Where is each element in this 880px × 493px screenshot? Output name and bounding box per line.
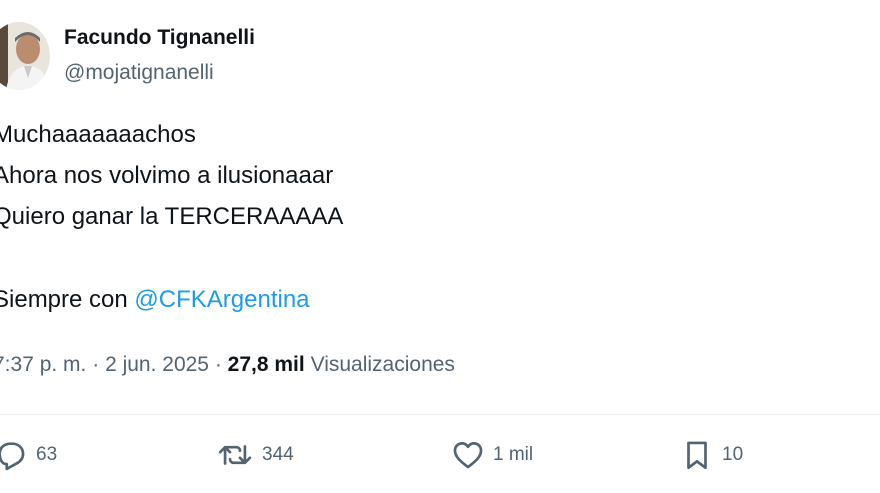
tweet-text-line: Muchaaaaaaachos — [0, 121, 196, 148]
bookmark-icon — [687, 441, 707, 470]
tweet-time[interactable]: 7:37 p. m. — [0, 353, 86, 376]
tweet-meta: 7:37 p. m. · 2 jun. 2025 · 27,8 mil Visu… — [0, 353, 455, 377]
retweet-icon — [218, 445, 252, 465]
meta-separator: · — [86, 353, 106, 376]
meta-separator: · — [209, 353, 228, 376]
tweet-text-line: Ahora nos volvimo a ilusionaaar — [0, 162, 334, 189]
tweet-text-line: Siempre con @CFKArgentina — [0, 285, 310, 315]
tweet-text-prefix: Siempre con — [0, 286, 135, 313]
reply-button[interactable]: 63 — [0, 437, 57, 473]
author-handle[interactable]: @mojatignanelli — [64, 61, 214, 85]
retweet-count: 344 — [262, 444, 294, 465]
tweet-date[interactable]: 2 jun. 2025 — [105, 353, 209, 376]
tweet-text-line: Quiero ganar la TERCERAAAAA — [0, 203, 344, 230]
divider — [0, 414, 880, 415]
heart-icon — [453, 442, 483, 469]
reply-icon — [0, 442, 25, 471]
author-name[interactable]: Facundo Tignanelli — [64, 26, 255, 50]
bookmark-count: 10 — [722, 444, 744, 465]
views-count: 27,8 mil — [227, 353, 305, 376]
like-count: 1 mil — [493, 444, 534, 465]
retweet-button[interactable]: 344 — [216, 437, 294, 473]
reply-count: 63 — [36, 444, 58, 465]
like-button[interactable]: 1 mil — [451, 437, 533, 473]
mention-link[interactable]: @CFKArgentina — [134, 286, 309, 313]
views-label: Visualizaciones — [304, 353, 455, 376]
avatar[interactable] — [0, 22, 50, 90]
avatar-photo — [0, 22, 50, 90]
bookmark-button[interactable]: 10 — [680, 437, 743, 473]
